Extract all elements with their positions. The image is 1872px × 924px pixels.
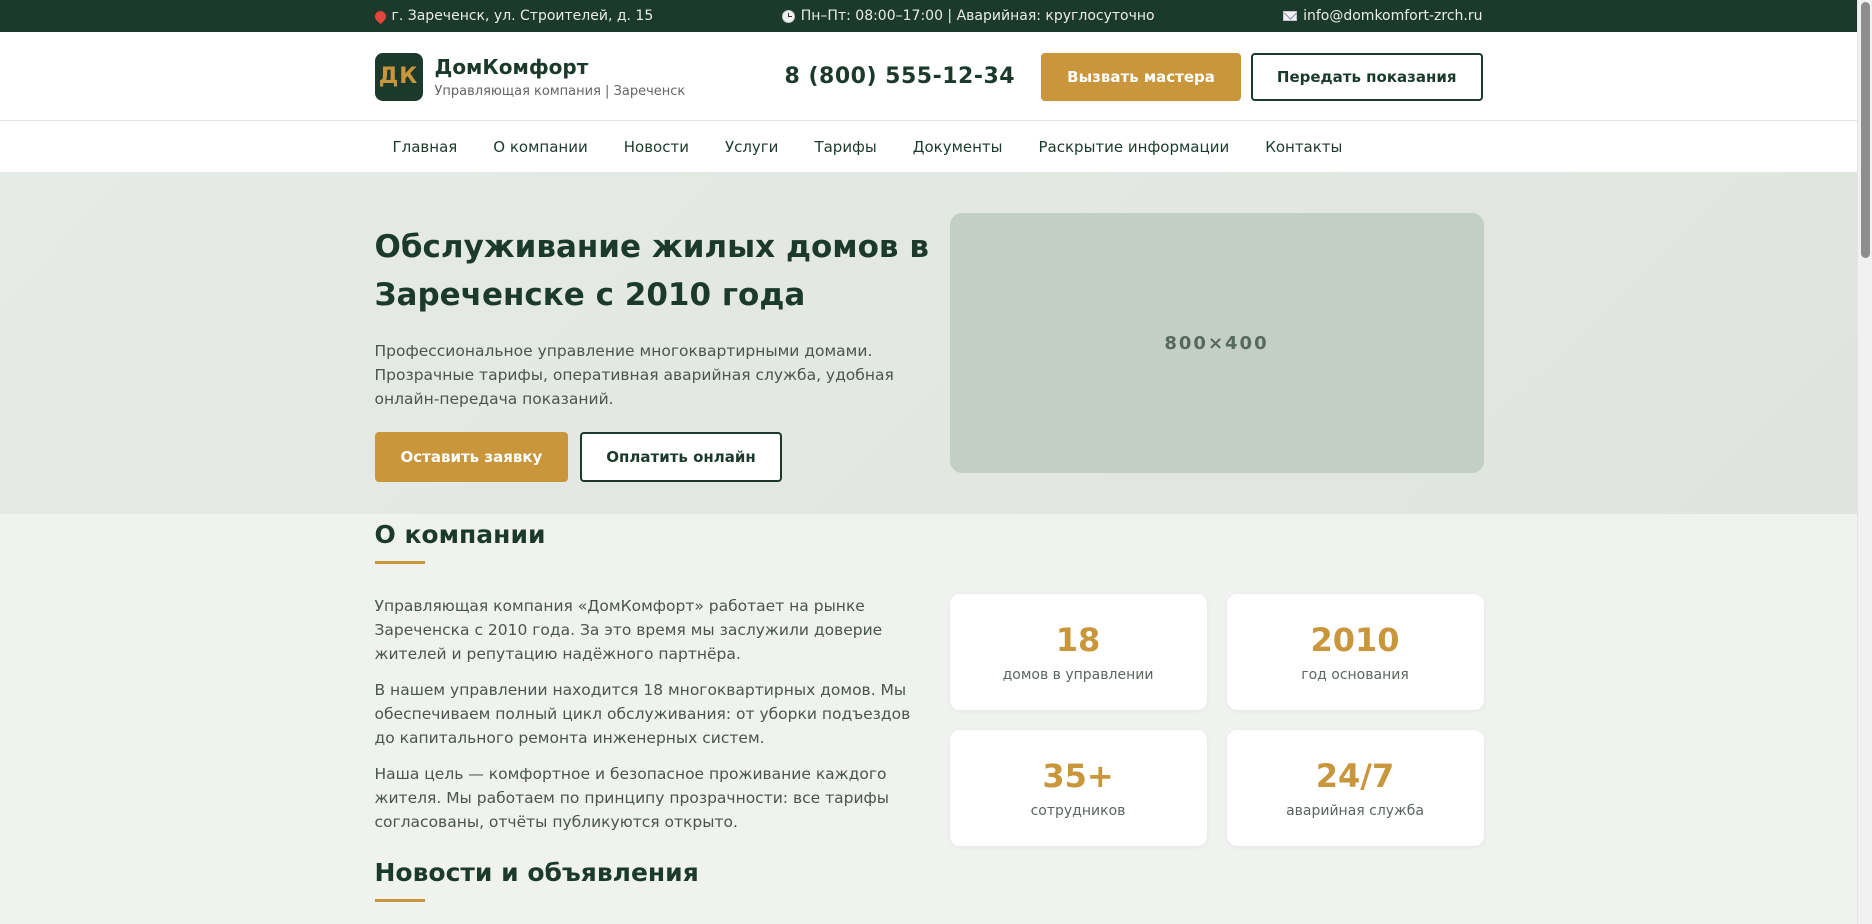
hero-title: Обслуживание жилых домов в Зареченске с … [374,229,929,313]
stats-grid: 18 домов в управлении 2010 год основания… [949,594,1484,846]
call-master-button[interactable]: Вызвать мастера [1041,52,1241,101]
top-info-bar: г. Зареченск, ул. Строителей, д. 15 Пн–П… [0,0,1857,32]
stat-card-employees: 35+ сотрудников [949,730,1207,846]
hero-section: Обслуживание жилых домов в Зареченске с … [0,173,1857,514]
about-paragraph: Наша цель — комфортное и безопасное прож… [374,765,890,831]
submit-request-button[interactable]: Оставить заявку [374,432,569,482]
hero-description: Профессиональное управление многоквартир… [374,342,894,408]
pay-online-button[interactable]: Оплатить онлайн [580,432,782,482]
clock-icon [781,9,795,23]
address-info: г. Зареченск, ул. Строителей, д. 15 [372,8,654,24]
site-header: ДК ДомКомфорт Управляющая компания | Зар… [0,32,1857,121]
address-text: г. Зареченск, ул. Строителей, д. 15 [391,8,654,24]
about-paragraph: В нашем управлении находится 18 многоква… [374,681,911,747]
about-paragraph: Управляющая компания «ДомКомфорт» работа… [374,597,883,663]
nav-item-news[interactable]: Новости [606,138,707,156]
stat-card-emergency: 24/7 аварийная служба [1226,730,1484,846]
phone-number[interactable]: 8 (800) 555-12-34 [785,64,1016,89]
nav-item-contacts[interactable]: Контакты [1247,138,1360,156]
about-title: О компании [374,520,546,549]
brand-name: ДомКомфорт [434,54,589,79]
stat-value: 35+ [1042,757,1114,795]
nav-item-services[interactable]: Услуги [707,138,796,156]
vertical-scrollbar[interactable] [1857,0,1872,924]
working-hours-text: Пн–Пт: 08:00–17:00 | Аварийная: круглосу… [800,8,1155,24]
hero-text: Обслуживание жилых домов в Зареченске с … [374,173,950,514]
image-size-label: 800×400 [1164,332,1269,354]
logo[interactable]: ДК [374,52,423,101]
section-underline [374,899,425,902]
stat-label: год основания [1301,667,1409,683]
main-nav: Главная О компании Новости Услуги Тарифы… [0,121,1857,173]
brand-subtitle: Управляющая компания | Зареченск [434,83,686,99]
about-text: Управляющая компания «ДомКомфорт» работа… [375,594,915,846]
location-pin-icon [372,8,388,24]
stat-value: 18 [1055,621,1101,659]
section-underline [374,561,425,564]
scrollbar-thumb[interactable] [1861,2,1870,258]
envelope-icon [1283,11,1298,21]
stat-card-founded: 2010 год основания [1226,594,1484,710]
about-section: О компании Управляющая компания «ДомКомф… [0,514,1857,902]
nav-item-about[interactable]: О компании [475,138,605,156]
nav-item-tariffs[interactable]: Тарифы [796,138,894,156]
stat-label: аварийная служба [1286,803,1424,819]
page: г. Зареченск, ул. Строителей, д. 15 Пн–П… [0,0,1857,924]
header-actions: Вызвать мастера Передать показания [1041,52,1483,101]
stat-card-houses: 18 домов в управлении [949,594,1207,710]
news-header: Новости и объявления [374,852,1483,902]
working-hours-info: Пн–Пт: 08:00–17:00 | Аварийная: круглосу… [781,8,1155,24]
hero-image-placeholder: 800×400 [949,213,1484,473]
stat-value: 2010 [1310,621,1400,659]
stat-label: сотрудников [1030,803,1126,819]
nav-item-documents[interactable]: Документы [895,138,1021,156]
brand-text: ДомКомфорт Управляющая компания | Зарече… [435,55,686,99]
nav-item-disclosure[interactable]: Раскрытие информации [1021,138,1248,156]
email-link[interactable]: info@domkomfort-zrch.ru [1303,8,1482,24]
stat-label: домов в управлении [1002,667,1154,683]
brand[interactable]: ДК ДомКомфорт Управляющая компания | Зар… [374,52,785,101]
email-info[interactable]: info@domkomfort-zrch.ru [1283,8,1483,24]
stat-value: 24/7 [1315,757,1395,795]
news-title: Новости и объявления [374,858,699,887]
hero-buttons: Оставить заявку Оплатить онлайн [374,432,950,482]
submit-readings-button[interactable]: Передать показания [1250,52,1483,101]
nav-item-home[interactable]: Главная [375,138,476,156]
